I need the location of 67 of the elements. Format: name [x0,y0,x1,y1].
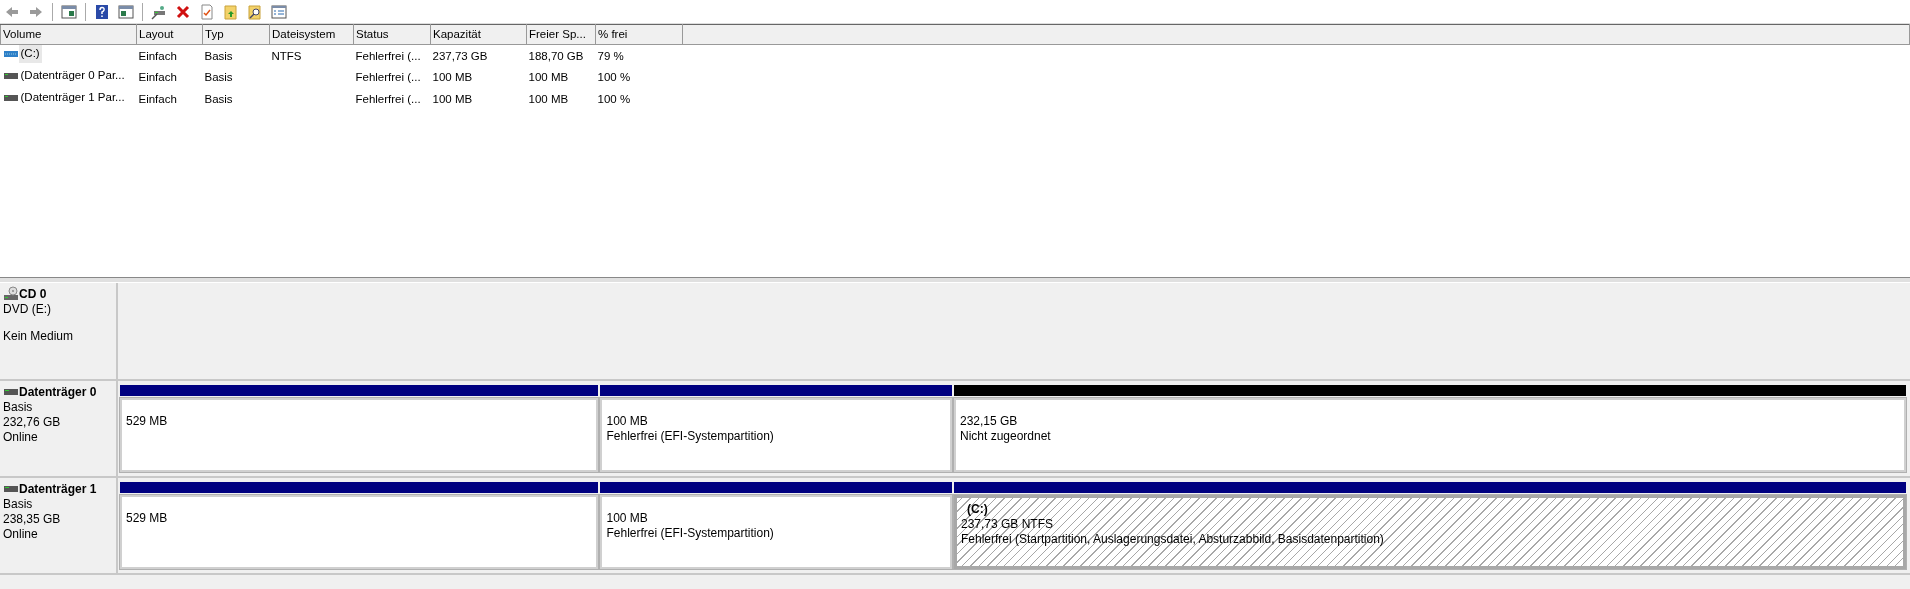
table-cell: 79 % [597,49,624,62]
delete-icon [175,3,191,20]
table-cell: Basis [204,71,233,84]
column-header[interactable]: Dateisystem [269,24,354,45]
table-cell: Fehlerfrei (... [355,93,421,106]
disk-status: Kein Medium [3,329,75,344]
partition-status: Fehlerfrei (EFI-Systempartition) [606,429,775,444]
partition-status: Fehlerfrei (EFI-Systempartition) [606,526,775,541]
disk-type: Basis [3,400,34,415]
column-header[interactable]: % frei [595,24,683,45]
disk-type: Basis [3,497,34,512]
table-cell: 237,73 GB [432,49,488,62]
table-cell: 100 MB [432,93,473,106]
table-cell: Einfach [138,93,177,106]
partition-status: Nicht zugeordnet [959,429,1052,444]
checklist-icon [199,3,215,20]
partition-status: Fehlerfrei (Startpartition, Auslagerungsdatei, Absturzabbild, Basisdatenpartition) [960,532,1385,547]
partition-size: 237,73 GB NTFS [960,517,1054,532]
partition-block[interactable]: 529 MB [120,495,599,569]
table-cell: 100 % [597,93,631,106]
table-cell: 100 MB [528,93,569,106]
table-cell: Basis [204,93,233,106]
properties-list-icon [271,3,287,20]
drive-connect-icon [151,3,167,20]
partition-label: (C:) [966,502,989,517]
disk-status: Online [3,527,39,542]
disk-name: Datenträger 1 [19,481,97,497]
window-panel-icon [118,3,134,20]
table-cell: Einfach [138,71,177,84]
table-cell: Fehlerfrei (... [355,49,421,62]
partition-size: 232,15 GB [959,414,1019,429]
partition-size: 100 MB [606,511,649,526]
table-cell: 100 MB [432,71,473,84]
drive-name[interactable]: (Datenträger 1 Par... [18,89,127,107]
column-header[interactable]: Status [353,24,431,45]
cd-drive-icon [3,286,19,302]
table-cell: 188,70 GB [528,49,584,62]
partition-size: 100 MB [606,414,649,429]
disk-type: DVD (E:) [3,302,52,317]
disk-name: Datenträger 0 [19,384,97,400]
table-cell: NTFS [271,49,302,62]
partition-block[interactable]: 232,15 GB Nicht zugeordnet [953,398,1906,472]
column-header[interactable]: Volume [0,24,137,45]
table-cell: 100 MB [528,71,569,84]
table-cell: Basis [204,49,233,62]
disk-size: 238,35 GB [3,512,62,527]
folder-search-icon [247,3,263,20]
column-header[interactable]: Typ [202,24,270,45]
disk-status: Online [3,430,39,445]
disk-name: CD 0 [19,286,47,302]
column-header[interactable]: Kapazität [430,24,527,45]
partition-size: 529 MB [126,414,169,429]
partition-block[interactable]: 100 MB Fehlerfrei (EFI-Systempartition) [600,398,952,472]
drive-name[interactable]: (C:) [18,45,42,63]
partition-block[interactable]: 100 MB Fehlerfrei (EFI-Systempartition) [600,495,952,569]
column-header[interactable]: Freier Sp... [526,24,596,45]
table-cell: 100 % [597,71,631,84]
help-icon [94,3,110,20]
window-icon [61,3,77,20]
column-header[interactable]: Layout [136,24,203,45]
table-cell: Einfach [138,49,177,62]
disk-size: 232,76 GB [3,415,62,430]
partition-block[interactable]: 529 MB [120,398,599,472]
partition-block[interactable]: (C:) 237,73 GB NTFS Fehlerfrei (Startpartition, Auslagerungsdatei, Absturzabbild, Basisdatenpartition) [953,495,1906,569]
table-cell: Fehlerfrei (... [355,71,421,84]
partition-size: 529 MB [126,511,169,526]
drive-name[interactable]: (Datenträger 0 Par... [18,67,127,85]
